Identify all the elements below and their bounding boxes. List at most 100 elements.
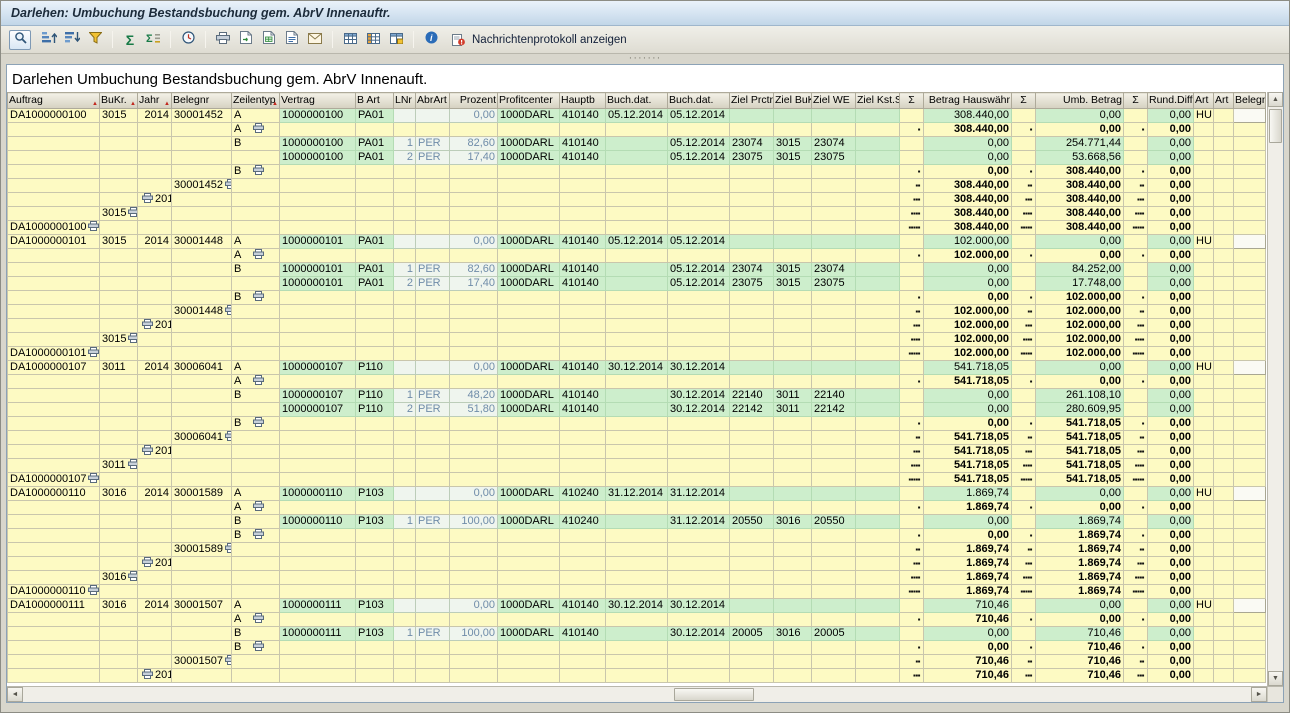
cell-rund[interactable]: 0,00 [1148, 109, 1194, 123]
cell-art2[interactable] [1214, 627, 1234, 641]
cell-s2[interactable]: ▪▪ [1012, 543, 1036, 557]
cell-belegnr[interactable]: 30001452 [172, 109, 232, 123]
cell-s3[interactable]: ▪▪▪ [1124, 557, 1148, 571]
cell-hauptb[interactable] [560, 655, 606, 669]
cell-auftrag[interactable] [8, 417, 100, 431]
cell-zielbukr[interactable] [774, 557, 812, 571]
cell-rund[interactable]: 0,00 [1148, 333, 1194, 347]
cell-profitcenter[interactable]: 1000DARL [498, 627, 560, 641]
cell-lnr[interactable] [394, 431, 416, 445]
cell-art2[interactable] [1214, 529, 1234, 543]
cell-auftrag[interactable] [8, 501, 100, 515]
cell-jahr[interactable] [138, 165, 172, 179]
cell-s1[interactable]: ▪▪▪▪▪ [900, 347, 924, 361]
cell-zielwe[interactable] [812, 179, 856, 193]
cell-hauptb[interactable] [560, 459, 606, 473]
cell-art2[interactable] [1214, 543, 1234, 557]
cell-art1[interactable] [1194, 193, 1214, 207]
cell-zielprctr[interactable] [730, 571, 774, 585]
cell-zielbukr[interactable] [774, 417, 812, 431]
cell-zielprctr[interactable] [730, 585, 774, 599]
cell-bart[interactable] [356, 347, 394, 361]
cell-bart[interactable] [356, 641, 394, 655]
cell-buchdat2[interactable] [668, 249, 730, 263]
cell-buchdat2[interactable] [668, 473, 730, 487]
cell-umb[interactable]: 280.609,95 [1036, 403, 1124, 417]
cell-abrart[interactable] [416, 361, 450, 375]
cell-profitcenter[interactable] [498, 501, 560, 515]
cell-bart[interactable]: PA01 [356, 277, 394, 291]
cell-prozent[interactable] [450, 459, 498, 473]
cell-betrag[interactable]: 1.869,74 [924, 543, 1012, 557]
cell-abrart[interactable] [416, 529, 450, 543]
cell-auftrag[interactable] [8, 137, 100, 151]
cell-art1[interactable] [1194, 347, 1214, 361]
cell-vertrag[interactable] [280, 529, 356, 543]
cell-s2[interactable] [1012, 137, 1036, 151]
cell-zeilentyp[interactable]: B [232, 291, 280, 305]
cell-profitcenter[interactable] [498, 417, 560, 431]
cell-bart[interactable] [356, 669, 394, 683]
cell-jahr[interactable]: 2014 [138, 557, 172, 571]
cell-profitcenter[interactable]: 1000DARL [498, 263, 560, 277]
cell-buchdat1[interactable] [606, 529, 668, 543]
cell-prozent[interactable]: 0,00 [450, 361, 498, 375]
cell-s3[interactable]: ▪ [1124, 641, 1148, 655]
cell-prozent[interactable] [450, 543, 498, 557]
cell-umb[interactable]: 1.869,74 [1036, 543, 1124, 557]
cell-prozent[interactable] [450, 585, 498, 599]
cell-zielbukr[interactable] [774, 319, 812, 333]
cell-lnr[interactable] [394, 473, 416, 487]
cell-bukr[interactable] [100, 473, 138, 487]
cell-belegnr[interactable] [172, 375, 232, 389]
cell-zielprctr[interactable] [730, 473, 774, 487]
cell-s3[interactable]: ▪ [1124, 165, 1148, 179]
cell-lnr[interactable] [394, 291, 416, 305]
cell-prozent[interactable] [450, 375, 498, 389]
cell-vertrag[interactable] [280, 319, 356, 333]
cell-belegnr2[interactable] [1234, 487, 1266, 501]
cell-buchdat2[interactable] [668, 165, 730, 179]
cell-s3[interactable]: ▪▪▪▪ [1124, 333, 1148, 347]
cell-profitcenter[interactable] [498, 249, 560, 263]
cell-vertrag[interactable] [280, 221, 356, 235]
cell-zielbukr[interactable] [774, 473, 812, 487]
cell-art1[interactable]: HU [1194, 109, 1214, 123]
cell-s3[interactable]: ▪ [1124, 375, 1148, 389]
cell-bart[interactable] [356, 585, 394, 599]
cell-bukr[interactable] [100, 249, 138, 263]
cell-bukr[interactable]: 3016 [100, 487, 138, 501]
cell-buchdat1[interactable] [606, 137, 668, 151]
cell-art2[interactable] [1214, 389, 1234, 403]
cell-s3[interactable]: ▪▪ [1124, 179, 1148, 193]
cell-jahr[interactable]: 2014 [138, 193, 172, 207]
cell-prozent[interactable]: 17,40 [450, 277, 498, 291]
cell-s3[interactable] [1124, 361, 1148, 375]
cell-rund[interactable]: 0,00 [1148, 207, 1194, 221]
cell-art2[interactable] [1214, 137, 1234, 151]
vertical-scroll-thumb[interactable] [1269, 109, 1282, 143]
cell-prozent[interactable] [450, 291, 498, 305]
cell-buchdat1[interactable] [606, 263, 668, 277]
cell-bart[interactable]: PA01 [356, 263, 394, 277]
cell-prozent[interactable] [450, 305, 498, 319]
cell-profitcenter[interactable]: 1000DARL [498, 599, 560, 613]
cell-belegnr[interactable] [172, 501, 232, 515]
cell-s1[interactable]: ▪ [900, 375, 924, 389]
cell-art1[interactable]: HU [1194, 487, 1214, 501]
column-header-betrag[interactable]: Betrag Hauswähr [924, 93, 1012, 109]
cell-buchdat1[interactable]: 30.12.2014 [606, 599, 668, 613]
cell-buchdat1[interactable] [606, 305, 668, 319]
cell-vertrag[interactable] [280, 165, 356, 179]
sum-button[interactable]: Σ [119, 30, 141, 50]
cell-belegnr2[interactable] [1234, 277, 1266, 291]
cell-art2[interactable] [1214, 305, 1234, 319]
cell-zielksts[interactable] [856, 403, 900, 417]
cell-zielbukr[interactable] [774, 487, 812, 501]
cell-profitcenter[interactable]: 1000DARL [498, 109, 560, 123]
cell-s1[interactable] [900, 263, 924, 277]
cell-art2[interactable] [1214, 669, 1234, 683]
cell-zielwe[interactable] [812, 501, 856, 515]
cell-zielbukr[interactable] [774, 669, 812, 683]
cell-lnr[interactable] [394, 445, 416, 459]
